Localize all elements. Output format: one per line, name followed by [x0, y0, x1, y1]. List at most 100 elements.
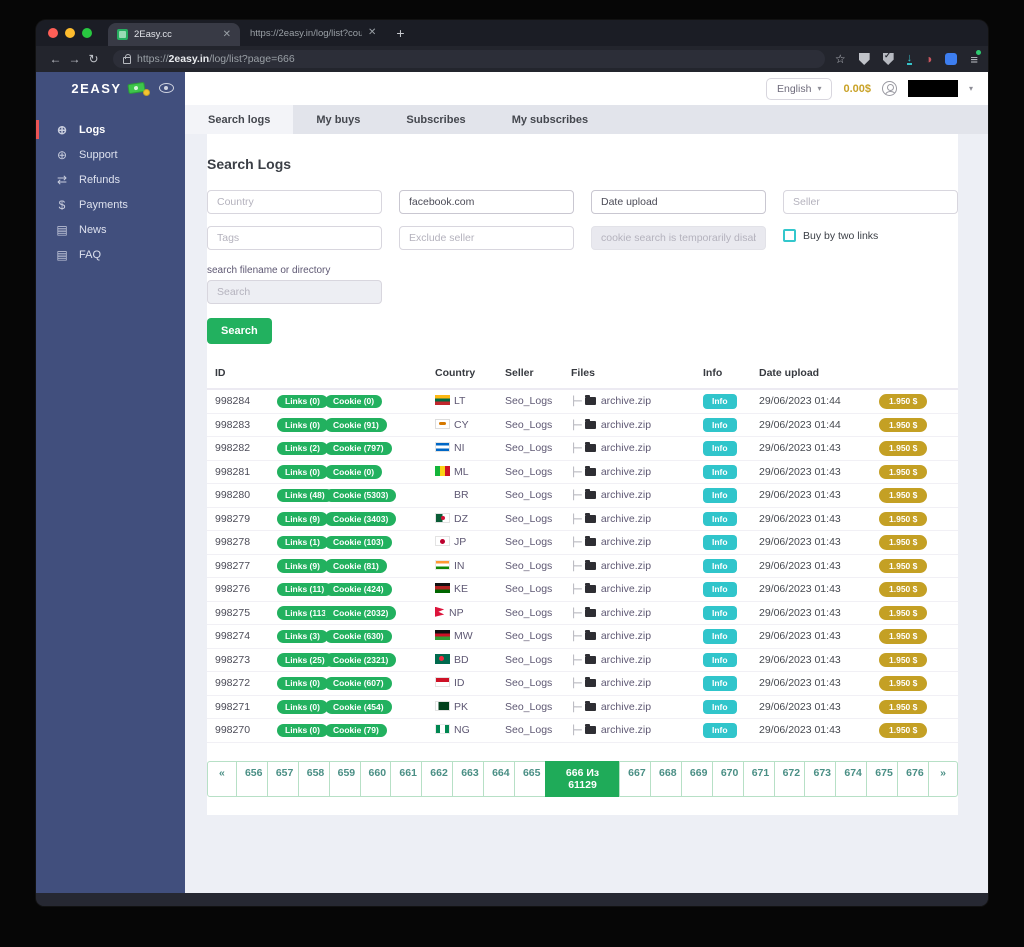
cookie-badge[interactable]: Cookie (91): [325, 418, 387, 432]
file-name[interactable]: archive.zip: [601, 419, 651, 431]
pagination-page[interactable]: 676: [897, 760, 930, 797]
user-avatar-icon[interactable]: [881, 81, 897, 96]
file-name[interactable]: archive.zip: [601, 560, 651, 572]
file-name[interactable]: archive.zip: [601, 442, 651, 454]
info-badge[interactable]: Info: [703, 394, 737, 409]
file-name[interactable]: archive.zip: [601, 654, 651, 666]
info-badge[interactable]: Info: [703, 535, 737, 550]
info-badge[interactable]: Info: [703, 605, 737, 620]
sidebar-item-support[interactable]: ⊕ Support: [36, 142, 185, 167]
cookie-badge[interactable]: Cookie (797): [325, 441, 392, 455]
file-name[interactable]: archive.zip: [601, 466, 651, 478]
table-row[interactable]: 998272 Links (0) Cookie (607) ID Seo_Log…: [207, 671, 958, 696]
links-badge[interactable]: Links (0): [277, 418, 328, 432]
file-name[interactable]: archive.zip: [601, 395, 651, 407]
links-badge[interactable]: Links (0): [277, 676, 328, 690]
balance-amount[interactable]: 0.00$: [843, 83, 871, 95]
price-badge[interactable]: 1.950 $: [879, 652, 928, 667]
info-badge[interactable]: Info: [703, 441, 737, 456]
table-row[interactable]: 998277 Links (9) Cookie (81) IN Seo_Logs…: [207, 554, 958, 578]
table-row[interactable]: 998275 Links (113) Cookie (2032) NP Seo_…: [207, 601, 958, 625]
username-redacted[interactable]: [907, 80, 958, 97]
close-window-icon[interactable]: [48, 28, 58, 38]
info-badge[interactable]: Info: [703, 652, 737, 667]
pagination-page[interactable]: 672: [773, 760, 806, 797]
info-badge[interactable]: Info: [703, 558, 737, 573]
price-badge[interactable]: 1.950 $: [879, 488, 928, 503]
price-badge[interactable]: 1.950 $: [879, 605, 928, 620]
pagination-page[interactable]: 662: [421, 760, 454, 797]
price-badge[interactable]: 1.950 $: [879, 558, 928, 573]
links-badge[interactable]: Links (3): [277, 629, 328, 643]
file-name[interactable]: archive.zip: [601, 489, 651, 501]
date-upload-input[interactable]: [591, 190, 766, 214]
links-badge[interactable]: Links (0): [277, 723, 328, 737]
table-row[interactable]: 998278 Links (1) Cookie (103) JP Seo_Log…: [207, 530, 958, 555]
table-row[interactable]: 998279 Links (9) Cookie (3403) DZ Seo_Lo…: [207, 507, 958, 531]
pagination-page[interactable]: 675: [866, 760, 899, 797]
table-row[interactable]: 998280 Links (48) Cookie (5303) BR Seo_L…: [207, 483, 958, 508]
cookie-badge[interactable]: Cookie (454): [325, 700, 392, 714]
cookie-badge[interactable]: Cookie (0): [325, 465, 383, 479]
pagination-page[interactable]: 657: [266, 760, 299, 797]
pagination-page[interactable]: 670: [711, 760, 744, 797]
minimize-window-icon[interactable]: [65, 28, 75, 38]
table-row[interactable]: 998274 Links (3) Cookie (630) MW Seo_Log…: [207, 624, 958, 649]
pagination-page[interactable]: 656: [235, 760, 268, 797]
info-badge[interactable]: Info: [703, 464, 737, 479]
maximize-window-icon[interactable]: [82, 28, 92, 38]
pagination-page[interactable]: 664: [483, 760, 515, 797]
pagination-next[interactable]: »: [928, 760, 959, 797]
price-badge[interactable]: 1.950 $: [879, 535, 928, 550]
cookie-badge[interactable]: Cookie (424): [325, 582, 392, 596]
info-badge[interactable]: Info: [703, 511, 737, 526]
sidebar-item-refunds[interactable]: ⇄ Refunds: [36, 167, 185, 192]
cookie-badge[interactable]: Cookie (3403): [325, 512, 397, 526]
new-tab-button[interactable]: +: [396, 25, 404, 41]
pagination-page[interactable]: 659: [328, 760, 361, 797]
pagination-page[interactable]: 661: [390, 760, 423, 797]
buy-two-links-option[interactable]: Buy by two links: [783, 226, 958, 250]
file-name[interactable]: archive.zip: [601, 630, 651, 642]
price-badge[interactable]: 1.950 $: [879, 511, 928, 526]
info-badge[interactable]: Info: [703, 629, 737, 644]
table-row[interactable]: 998276 Links (11) Cookie (424) KE Seo_Lo…: [207, 577, 958, 602]
price-badge[interactable]: 1.950 $: [879, 699, 928, 714]
pagination-page[interactable]: 660: [359, 760, 392, 797]
file-name[interactable]: archive.zip: [601, 724, 651, 736]
pagination-page[interactable]: 665: [513, 760, 546, 797]
forward-button[interactable]: →: [65, 52, 84, 66]
info-badge[interactable]: Info: [703, 699, 737, 714]
table-row[interactable]: 998282 Links (2) Cookie (797) NI Seo_Log…: [207, 436, 958, 461]
user-menu-caret-icon[interactable]: ▾: [969, 84, 973, 93]
price-badge[interactable]: 1.950 $: [879, 441, 928, 456]
menu-icon[interactable]: ≡: [970, 49, 981, 67]
price-badge[interactable]: 1.950 $: [879, 676, 928, 691]
links-badge[interactable]: Links (2): [277, 441, 328, 455]
browser-tab-active[interactable]: 2Easy.cc ✕: [108, 23, 240, 46]
links-badge[interactable]: Links (9): [277, 512, 328, 526]
file-name[interactable]: archive.zip: [601, 536, 651, 548]
table-row[interactable]: 998283 Links (0) Cookie (91) CY Seo_Logs…: [207, 413, 958, 437]
cookie-badge[interactable]: Cookie (630): [325, 629, 392, 643]
links-badge[interactable]: Links (0): [277, 700, 328, 714]
sidebar-item-faq[interactable]: ▤ FAQ: [36, 242, 185, 267]
download-icon[interactable]: ↓: [906, 53, 913, 65]
info-badge[interactable]: Info: [703, 488, 737, 503]
tab-close-icon[interactable]: ✕: [223, 29, 231, 40]
sidebar-item-payments[interactable]: $ Payments: [36, 192, 185, 217]
links-badge[interactable]: Links (1): [277, 535, 328, 549]
info-badge[interactable]: Info: [703, 582, 737, 597]
back-button[interactable]: ←: [46, 52, 65, 66]
file-name[interactable]: archive.zip: [601, 607, 651, 619]
pagination-page[interactable]: 671: [742, 760, 775, 797]
file-name[interactable]: archive.zip: [601, 583, 651, 595]
links-badge[interactable]: Links (0): [277, 465, 328, 479]
cookie-badge[interactable]: Cookie (0): [325, 394, 383, 408]
pagination-page[interactable]: 668: [650, 760, 682, 797]
file-name[interactable]: archive.zip: [601, 677, 651, 689]
price-badge[interactable]: 1.950 $: [879, 464, 928, 479]
price-badge[interactable]: 1.950 $: [879, 417, 928, 432]
filename-search-input[interactable]: [207, 280, 382, 304]
cookie-badge[interactable]: Cookie (5303): [325, 488, 397, 502]
